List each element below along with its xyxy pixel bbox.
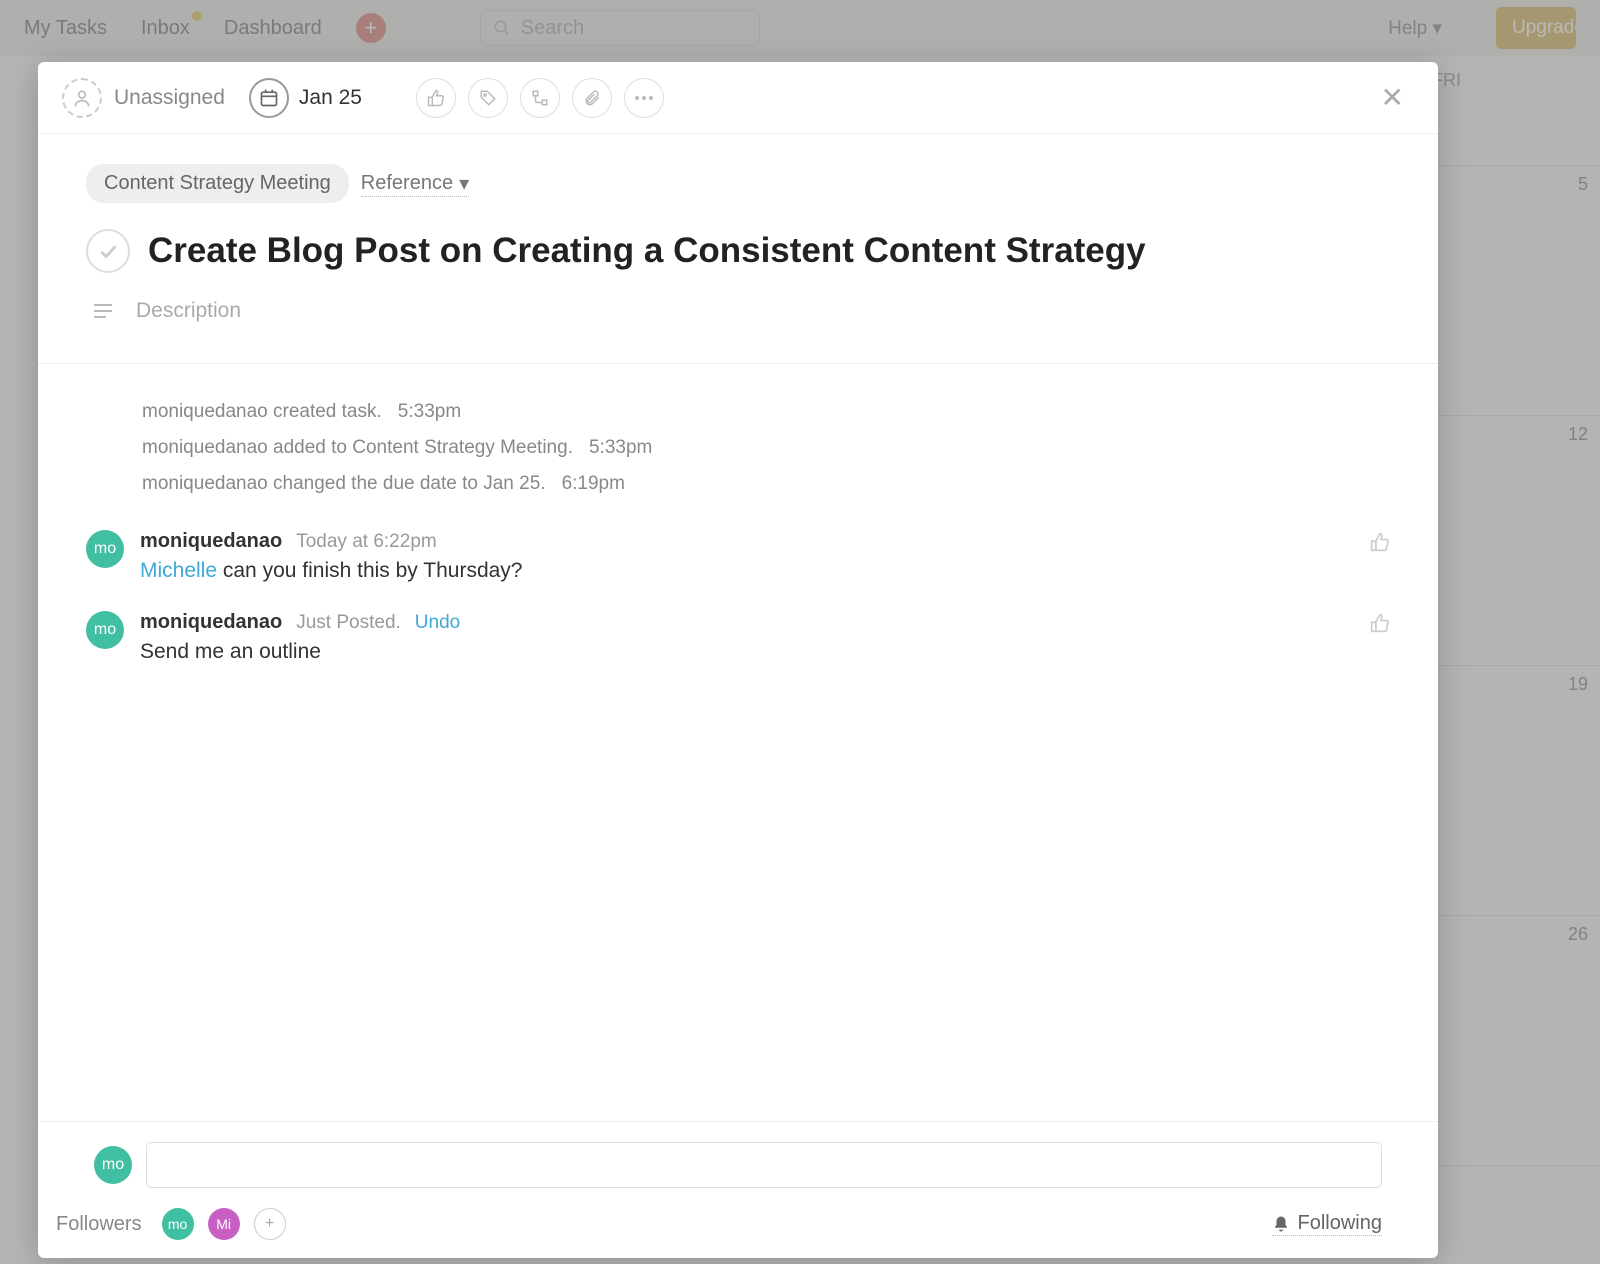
bell-icon (1272, 1215, 1290, 1233)
activity-item: moniquedanao added to Content Strategy M… (142, 430, 1390, 466)
tag-button[interactable] (468, 78, 508, 118)
avatar[interactable]: mo (86, 530, 124, 568)
like-button[interactable] (416, 78, 456, 118)
more-icon (635, 96, 653, 100)
follower-avatar[interactable]: Mi (208, 1208, 240, 1240)
project-chip[interactable]: Content Strategy Meeting (86, 164, 349, 203)
complete-toggle[interactable] (86, 229, 130, 273)
calendar-icon (249, 78, 289, 118)
follower-avatar[interactable]: mo (162, 1208, 194, 1240)
avatar[interactable]: mo (86, 611, 124, 649)
followers-bar: Followers mo Mi + Following (38, 1208, 1438, 1258)
thumb-up-icon (1370, 532, 1390, 552)
assignee-label: Unassigned (114, 86, 225, 110)
following-toggle[interactable]: Following (1272, 1212, 1382, 1236)
assignee-picker[interactable]: Unassigned (62, 78, 225, 118)
comment-timestamp: Just Posted. (296, 612, 401, 634)
comment-author[interactable]: moniquedanao (140, 530, 282, 553)
close-button[interactable]: ✕ (1371, 75, 1414, 120)
task-detail-modal: Unassigned Jan 25 ✕ Content Strategy Mee… (38, 62, 1438, 1258)
activity-item: moniquedanao changed the due date to Jan… (142, 466, 1390, 502)
like-comment-button[interactable] (1370, 613, 1390, 633)
section-dropdown[interactable]: Reference ▾ (361, 171, 469, 197)
comment-text: Send me an outline (140, 640, 1354, 664)
description-placeholder: Description (136, 299, 241, 323)
mention[interactable]: Michelle (140, 559, 217, 582)
comment-timestamp: Today at 6:22pm (296, 531, 436, 553)
thumb-up-icon (1370, 613, 1390, 633)
avatar: mo (94, 1146, 132, 1184)
chevron-down-icon: ▾ (459, 171, 469, 196)
check-icon (97, 240, 119, 262)
comment-input[interactable] (146, 1142, 1382, 1188)
comment-author[interactable]: moniquedanao (140, 611, 282, 634)
paperclip-icon (583, 89, 601, 107)
modal-header: Unassigned Jan 25 ✕ (38, 62, 1438, 134)
like-comment-button[interactable] (1370, 532, 1390, 552)
undo-link[interactable]: Undo (415, 612, 460, 634)
divider (38, 363, 1438, 364)
thumb-up-icon (427, 89, 445, 107)
modal-body: Content Strategy Meeting Reference ▾ Cre… (38, 134, 1438, 1121)
paragraph-icon (94, 304, 112, 318)
close-icon: ✕ (1381, 82, 1404, 113)
comment: mo moniquedanao Just Posted. Undo Send m… (86, 611, 1390, 664)
task-actions (416, 78, 664, 118)
comment: mo moniquedanao Today at 6:22pm Michelle… (86, 530, 1390, 583)
activity-item: moniquedanao created task.5:33pm (142, 394, 1390, 430)
tag-icon (479, 89, 497, 107)
due-date-label: Jan 25 (299, 86, 362, 110)
followers-label: Followers (56, 1213, 142, 1236)
activity-log: moniquedanao created task.5:33pm monique… (86, 394, 1390, 502)
comment-text: Michelle can you finish this by Thursday… (140, 559, 1354, 583)
task-title[interactable]: Create Blog Post on Creating a Consisten… (148, 231, 1146, 271)
subtask-button[interactable] (520, 78, 560, 118)
more-button[interactable] (624, 78, 664, 118)
attachment-button[interactable] (572, 78, 612, 118)
plus-icon: + (265, 1215, 274, 1233)
modal-footer: mo Followers mo Mi + Following (38, 1121, 1438, 1258)
description-field[interactable]: Description (94, 299, 1390, 323)
comment-composer: mo (38, 1122, 1438, 1208)
due-date-picker[interactable]: Jan 25 (249, 78, 362, 118)
subtask-icon (531, 89, 549, 107)
person-icon (62, 78, 102, 118)
add-follower-button[interactable]: + (254, 1208, 286, 1240)
